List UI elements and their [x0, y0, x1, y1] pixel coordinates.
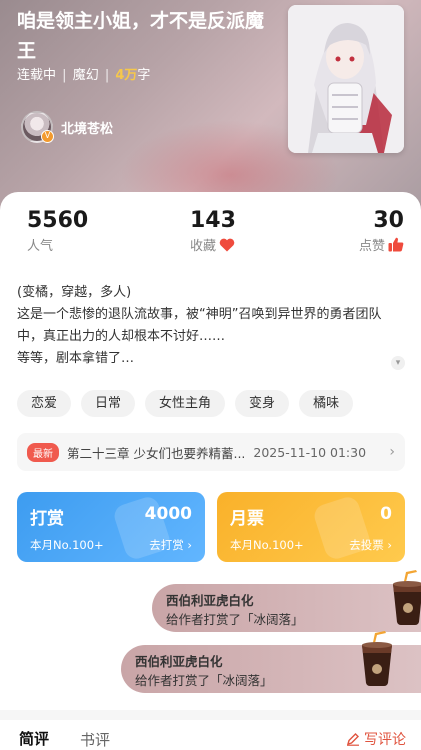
- book-genre: 魔幻: [72, 68, 99, 83]
- stat-popularity: 5560 人气: [27, 208, 88, 254]
- likes-label: 点赞: [358, 239, 385, 254]
- ticket-amount: 0: [380, 504, 392, 524]
- tab-book-review[interactable]: 书评: [80, 729, 110, 750]
- write-review-label: 写评论: [364, 732, 406, 748]
- popularity-label: 人气: [27, 239, 54, 254]
- chevron-down-icon[interactable]: ▾: [391, 356, 405, 370]
- description-line: 等等，剧本拿错了…: [17, 351, 135, 366]
- vote-action-button[interactable]: 去投票 ›: [349, 537, 392, 553]
- tag-item[interactable]: 变身: [235, 390, 290, 417]
- favorites-value: 143: [190, 208, 236, 233]
- ticket-card[interactable]: 月票 0 本月No.100+ 去投票 ›: [217, 492, 405, 562]
- stat-likes[interactable]: 30 点赞: [359, 208, 404, 254]
- latest-chapter-date: 2025-11-10 01:30: [253, 444, 367, 460]
- cover-illustration: [288, 5, 404, 153]
- description-line: (变橘，穿越，多人): [17, 285, 132, 300]
- heart-icon[interactable]: [219, 238, 235, 252]
- reward-user: 西伯利亚虎白化: [166, 593, 254, 608]
- book-status: 连载中: [17, 68, 57, 83]
- ticket-monthly-rank: 本月No.100+: [230, 538, 304, 552]
- reward-text: 给作者打赏了「冰阔落」: [166, 612, 304, 627]
- popularity-value: 5560: [27, 208, 89, 233]
- tip-action-button[interactable]: 去打赏 ›: [149, 537, 192, 553]
- tag-item[interactable]: 日常: [81, 390, 136, 417]
- tip-monthly-rank: 本月No.100+: [30, 538, 104, 552]
- tip-amount: 4000: [144, 504, 192, 524]
- tag-item[interactable]: 橘味: [299, 390, 354, 417]
- reward-user: 西伯利亚虎白化: [135, 654, 223, 669]
- iced-cola-icon: [362, 631, 392, 686]
- stat-favorites[interactable]: 143 收藏: [190, 208, 236, 254]
- iced-cola-icon: [393, 570, 421, 625]
- section-divider: [0, 710, 421, 720]
- author-row[interactable]: V 北境苍松: [21, 111, 113, 143]
- author-name[interactable]: 北境苍松: [61, 118, 113, 137]
- latest-chapter-title: 第二十三章 少女们也要养精蓄...: [67, 445, 246, 461]
- likes-value: 30: [373, 208, 404, 233]
- book-description[interactable]: (变橘，穿越，多人) 这是一个悲惨的退队流故事，被“神明”召唤到异世界的勇者团队…: [17, 282, 407, 370]
- tab-brief-review[interactable]: 简评: [19, 728, 49, 749]
- reward-text: 给作者打赏了「冰阔落」: [135, 673, 273, 688]
- tag-item[interactable]: 女性主角: [145, 390, 226, 417]
- write-review-button[interactable]: 写评论: [346, 729, 406, 749]
- author-avatar[interactable]: V: [21, 111, 54, 143]
- reward-banner: 西伯利亚虎白化 给作者打赏了「冰阔落」: [121, 631, 421, 693]
- tip-title: 打赏: [30, 509, 64, 529]
- thumbs-up-icon[interactable]: [388, 237, 404, 252]
- verified-badge-icon: V: [41, 130, 54, 143]
- vote-action-label: 去投票: [349, 538, 384, 552]
- word-count-unit: 字: [137, 68, 151, 83]
- tip-action-label: 去打赏: [149, 538, 184, 552]
- tag-list: 恋爱 日常 女性主角 变身 橘味: [17, 390, 354, 417]
- book-meta: 连载中 | 魔幻 | 4万字: [17, 64, 150, 83]
- book-cover[interactable]: [288, 5, 404, 153]
- meta-separator: |: [62, 68, 67, 83]
- book-title: 咱是领主小姐，才不是反派魔王: [17, 10, 265, 62]
- description-line: 这是一个悲惨的退队流故事，被“神明”召唤到异世界的勇者团队中，真正出力的人却根本…: [17, 307, 382, 344]
- reward-banner: 西伯利亚虎白化 给作者打赏了「冰阔落」: [152, 570, 421, 632]
- new-badge: 最新: [27, 442, 59, 462]
- chevron-right-icon: ›: [389, 444, 395, 460]
- tip-card[interactable]: 打赏 4000 本月No.100+ 去打赏 ›: [17, 492, 205, 562]
- word-count: 4万: [115, 68, 138, 83]
- pencil-icon: [346, 733, 359, 746]
- latest-chapter-bar[interactable]: 最新 第二十三章 少女们也要养精蓄... 2025-11-10 01:30 ›: [17, 433, 405, 471]
- meta-separator: |: [104, 68, 110, 83]
- favorites-label: 收藏: [190, 239, 217, 254]
- tag-item[interactable]: 恋爱: [17, 390, 72, 417]
- review-tabs: 简评 书评 写评论: [0, 720, 421, 750]
- ticket-title: 月票: [230, 509, 264, 529]
